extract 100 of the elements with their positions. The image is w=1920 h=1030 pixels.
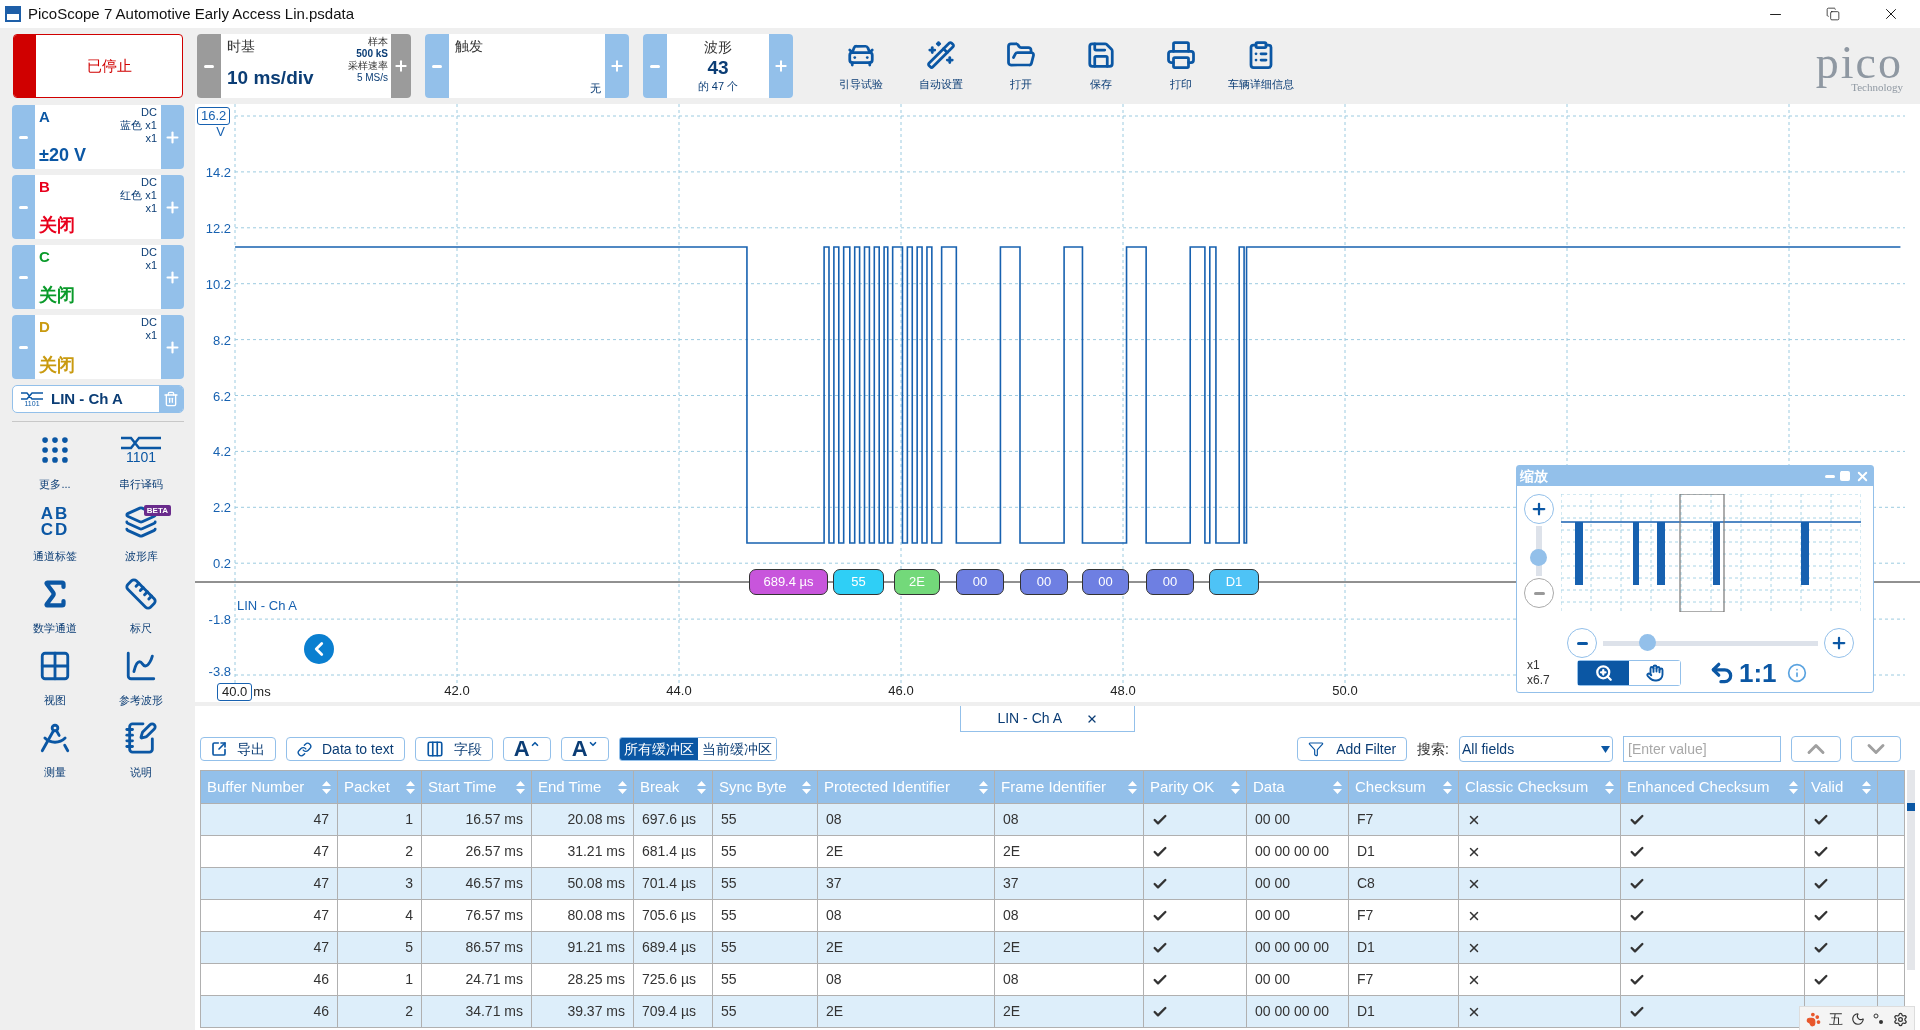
table-cell: 34.71 ms bbox=[421, 995, 532, 1028]
value-field[interactable]: [Enter value] bbox=[1623, 736, 1781, 762]
font-size-button[interactable]: A bbox=[502, 737, 551, 761]
zoom-factor: x1 bbox=[1527, 658, 1541, 673]
table-cell: 4 bbox=[337, 899, 422, 932]
decoded-packet: 00 bbox=[1146, 569, 1194, 595]
toolbar-button[interactable]: 字段 bbox=[414, 737, 493, 761]
font-size-button[interactable]: A bbox=[560, 737, 609, 761]
samples-label: 样本 bbox=[368, 36, 388, 48]
channel-card[interactable]: A DC 蓝色 x1 x1 ±20 V bbox=[12, 105, 184, 169]
decrease-button[interactable] bbox=[12, 175, 35, 239]
axis-label: -1.8 bbox=[208, 612, 231, 628]
sort-icon bbox=[1789, 780, 1798, 794]
decrease-button[interactable] bbox=[643, 34, 667, 98]
vertical-zoom-slider[interactable] bbox=[1530, 526, 1548, 576]
toolbar-button[interactable]: 打印 bbox=[1141, 34, 1221, 98]
side-tool-button[interactable]: 1101 串行译码 bbox=[98, 430, 184, 492]
decoded-packet: 00 bbox=[956, 569, 1004, 595]
hand-icon bbox=[1645, 664, 1664, 682]
table-cell: 3 bbox=[337, 867, 422, 900]
minus-icon bbox=[19, 205, 28, 209]
reset-zoom-button[interactable]: 1:1 bbox=[1709, 660, 1777, 686]
side-tool-button[interactable]: BETA 波形库 bbox=[98, 502, 184, 564]
waveform-number: 43 bbox=[707, 56, 729, 80]
stop-button[interactable]: 已停止 bbox=[13, 34, 183, 98]
decrease-button[interactable] bbox=[425, 34, 449, 98]
increase-button[interactable] bbox=[605, 34, 629, 98]
axis-label[interactable]: 40.0 bbox=[217, 683, 253, 701]
search-field-dropdown[interactable]: All fields bbox=[1459, 736, 1613, 762]
increase-button[interactable] bbox=[769, 34, 793, 98]
sort-icon bbox=[1605, 780, 1614, 794]
table-cell: 2 bbox=[337, 835, 422, 868]
slider-thumb[interactable] bbox=[1638, 634, 1656, 651]
table-cell: 55 bbox=[712, 867, 818, 900]
side-tool-button[interactable]: 视图 bbox=[12, 646, 98, 708]
range-label: ±20 V bbox=[39, 144, 86, 167]
table-cell: 2E bbox=[817, 995, 995, 1028]
decrease-button[interactable] bbox=[12, 245, 35, 309]
slider-thumb[interactable] bbox=[1530, 549, 1547, 567]
decoded-packet: 2E bbox=[894, 569, 940, 595]
axis-label[interactable]: 16.2 bbox=[197, 107, 231, 125]
buffer-toggle[interactable]: 所有缓冲区 bbox=[619, 738, 698, 760]
caret-icon bbox=[587, 739, 598, 749]
decrease-button[interactable] bbox=[12, 315, 35, 379]
minimize-icon[interactable] bbox=[1825, 474, 1835, 478]
side-tool-button[interactable]: 参考波形 bbox=[98, 646, 184, 708]
side-tool-button[interactable]: 标尺 bbox=[98, 574, 184, 636]
decoder-tab[interactable]: LIN - Ch A bbox=[960, 706, 1135, 732]
decrease-button[interactable] bbox=[12, 105, 35, 169]
decoded-packet: D1 bbox=[1209, 569, 1259, 595]
side-tool-button[interactable]: 说明 bbox=[98, 718, 184, 780]
horizontal-zoom-slider[interactable] bbox=[1603, 634, 1818, 652]
maximize-icon[interactable] bbox=[1839, 470, 1851, 482]
chart-icon bbox=[124, 649, 158, 683]
minus-icon bbox=[19, 135, 28, 139]
increase-button[interactable] bbox=[161, 105, 184, 169]
channel-card[interactable]: C DC x1 关闭 bbox=[12, 245, 184, 309]
header-label: Protected Identifier bbox=[824, 776, 950, 797]
table-cell: 689.4 µs bbox=[633, 931, 713, 964]
toolbar-button[interactable]: 导出 bbox=[200, 737, 276, 761]
toolbar-button[interactable]: Data to text bbox=[286, 737, 405, 761]
minus-icon bbox=[432, 64, 442, 68]
sort-icon bbox=[1128, 780, 1137, 794]
toolbar-button[interactable]: 自动设置 bbox=[901, 34, 981, 98]
axis-label: 0.2 bbox=[212, 556, 231, 572]
rate-value: 5 MS/s bbox=[356, 72, 388, 84]
next-button[interactable] bbox=[1851, 736, 1901, 762]
minus-icon bbox=[1533, 591, 1545, 595]
increase-button[interactable] bbox=[161, 315, 184, 379]
grid-icon bbox=[38, 649, 72, 683]
control-label: 触发 bbox=[455, 37, 483, 56]
sort-icon bbox=[979, 780, 988, 794]
increase-button[interactable] bbox=[161, 175, 184, 239]
decrease-button[interactable] bbox=[197, 34, 221, 98]
toolbar-button[interactable]: 保存 bbox=[1061, 34, 1141, 98]
side-tool-button[interactable]: 更多... bbox=[12, 430, 98, 492]
coupling-label: DC bbox=[141, 246, 157, 259]
wand-icon bbox=[926, 39, 956, 70]
info-icon[interactable] bbox=[1786, 663, 1807, 683]
columns-icon bbox=[425, 740, 444, 758]
increase-button[interactable] bbox=[161, 245, 184, 309]
toolbar-button[interactable]: 车辆详细信息 bbox=[1221, 34, 1301, 98]
channel-card[interactable]: B DC 红色 x1 x1 关闭 bbox=[12, 175, 184, 239]
caret-icon bbox=[529, 739, 540, 749]
zoom-mode-button[interactable] bbox=[1578, 661, 1629, 685]
header-label: Break bbox=[640, 776, 680, 797]
previous-button[interactable] bbox=[1791, 736, 1841, 762]
header-label: Parity OK bbox=[1150, 776, 1215, 797]
delete-button[interactable] bbox=[159, 386, 183, 412]
toolbar-button[interactable]: 打开 bbox=[981, 34, 1061, 98]
toolbar-button[interactable]: 引导试验 bbox=[821, 34, 901, 98]
side-tool-button[interactable]: 测量 bbox=[12, 718, 98, 780]
add-filter-button[interactable]: Add Filter bbox=[1297, 737, 1408, 761]
decoded-packet: 689.4 µs bbox=[749, 569, 828, 595]
side-tool-button[interactable]: AB CD 通道标签 bbox=[12, 502, 98, 564]
channel-card[interactable]: D DC x1 关闭 bbox=[12, 315, 184, 379]
back-button[interactable] bbox=[304, 634, 334, 664]
restore-icon bbox=[1826, 7, 1840, 21]
side-tool-button[interactable]: 数学通道 bbox=[12, 574, 98, 636]
increase-button[interactable] bbox=[391, 34, 411, 98]
